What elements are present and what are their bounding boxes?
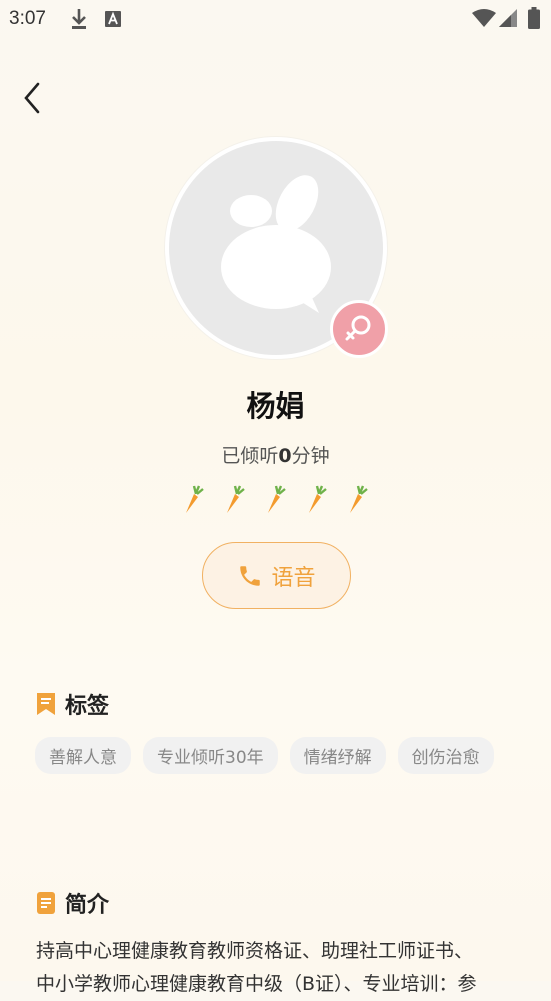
bookmark-icon xyxy=(37,693,55,715)
avatar-container xyxy=(165,137,388,359)
status-time: 3:07 xyxy=(9,8,46,29)
status-bar: 3:07 xyxy=(0,0,551,38)
document-icon xyxy=(37,892,55,914)
tag-item: 创伤治愈 xyxy=(397,737,494,774)
listened-suffix: 分钟 xyxy=(291,445,330,467)
back-button[interactable] xyxy=(18,80,48,116)
tag-item: 专业倾听30年 xyxy=(143,737,278,774)
tags-section-title: 标签 xyxy=(65,694,110,719)
listened-prefix: 已倾听 xyxy=(221,445,279,467)
intro-section-header: 简介 xyxy=(36,887,109,919)
carrot-icon xyxy=(309,485,327,513)
tag-item: 善解人意 xyxy=(35,737,131,774)
listened-value: 0 xyxy=(278,445,292,467)
a-box-icon xyxy=(105,11,121,27)
female-icon xyxy=(345,315,371,341)
carrot-rating xyxy=(180,484,380,516)
carrot-icon xyxy=(186,485,204,513)
battery-icon xyxy=(528,7,540,29)
tags-section-header: 标签 xyxy=(36,688,109,720)
download-icon xyxy=(72,9,86,29)
wifi-icon xyxy=(472,9,496,27)
phone-icon xyxy=(240,565,261,586)
listened-time: 已倾听0分钟 xyxy=(0,441,551,468)
intro-section-title: 简介 xyxy=(65,893,110,918)
carrot-icon xyxy=(350,485,368,513)
voice-button-label: 语音 xyxy=(271,565,316,591)
carrot-icon xyxy=(227,485,245,513)
voice-call-button[interactable]: 语音 xyxy=(202,542,351,609)
signal-icon xyxy=(499,9,517,27)
tags-list: 善解人意 专业倾听30年 情绪纾解 创伤治愈 xyxy=(35,737,515,774)
carrot-icon xyxy=(268,485,286,513)
gender-badge xyxy=(330,300,388,358)
intro-line: 中小学教师心理健康教育中级（B证）、专业培训：参 xyxy=(36,973,477,995)
listener-name: 杨娟 xyxy=(246,389,305,423)
tag-item: 情绪纾解 xyxy=(289,737,386,774)
intro-text: 持高中心理健康教育教师资格证、助理社工师证书、 中小学教师心理健康教育中级（B证… xyxy=(36,935,526,1001)
intro-line: 持高中心理健康教育教师资格证、助理社工师证书、 xyxy=(36,940,474,962)
